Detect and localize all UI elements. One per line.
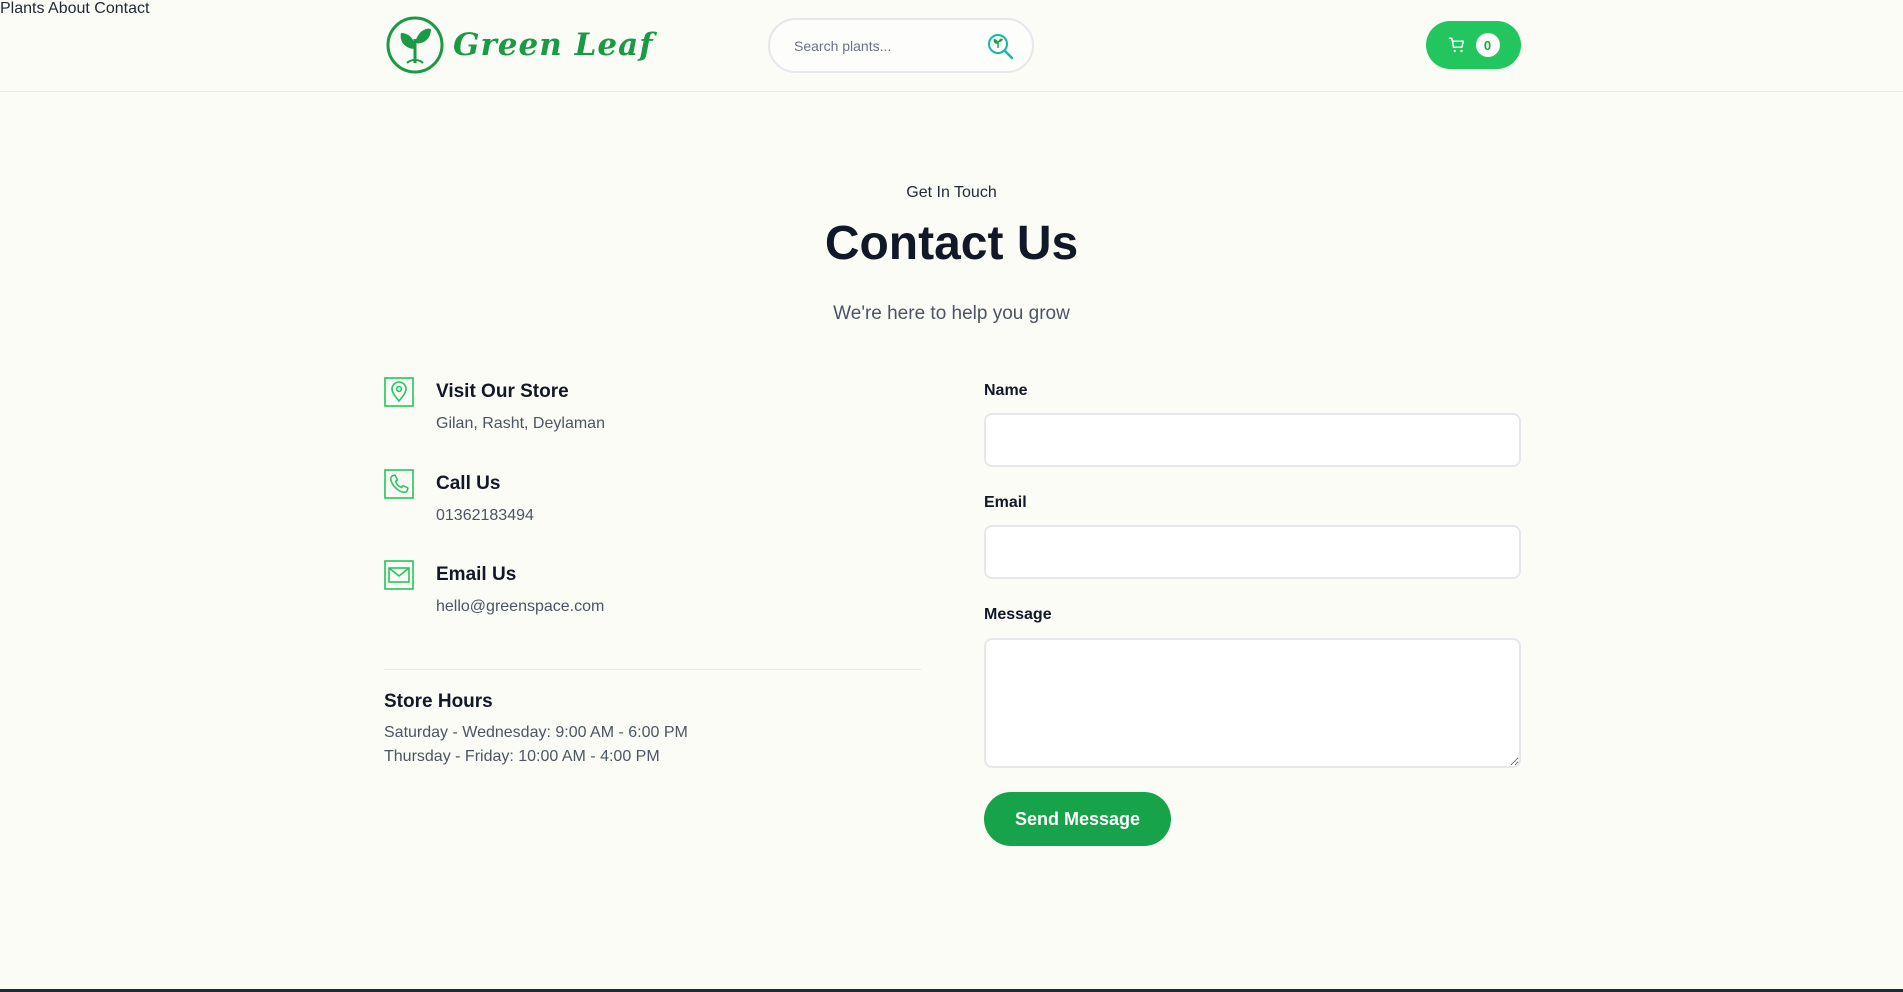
contact-info-title: Visit Our Store	[436, 381, 569, 402]
site-header: Green Leaf Plants About Contact 0	[0, 0, 1903, 92]
nav-link-about[interactable]: About	[48, 0, 90, 17]
brand-logo[interactable]: Green Leaf	[385, 15, 654, 75]
phone-icon	[384, 469, 414, 499]
nav-link-contact[interactable]: Contact	[94, 0, 149, 17]
search-bar	[768, 18, 1034, 73]
section-eyebrow: Get In Touch	[906, 184, 997, 201]
message-textarea[interactable]	[984, 638, 1521, 768]
search-icon[interactable]	[984, 30, 1016, 62]
shopping-cart-icon	[1448, 37, 1464, 53]
store-hours-line: Saturday - Wednesday: 9:00 AM - 6:00 PM	[384, 724, 688, 741]
page-title: Contact Us	[824, 217, 1079, 270]
name-field[interactable]	[984, 413, 1521, 467]
nav-link-plants[interactable]: Plants	[0, 0, 44, 17]
cart-count-badge: 0	[1475, 33, 1500, 57]
message-label: Message	[984, 606, 1052, 623]
contact-info-value[interactable]: hello@greenspace.com	[436, 598, 604, 616]
search-input[interactable]	[794, 37, 974, 54]
section-divider	[384, 669, 921, 670]
contact-info-title: Call Us	[436, 473, 501, 494]
leaf-logo-icon	[386, 16, 444, 74]
cart-button[interactable]: 0	[1426, 21, 1521, 69]
page-subtitle: We're here to help you grow	[833, 303, 1070, 324]
email-label: Email	[984, 494, 1027, 511]
contact-info-value[interactable]: 01362183494	[436, 507, 534, 525]
mail-icon	[384, 560, 414, 590]
email-field[interactable]	[984, 525, 1521, 579]
contact-info-value: Gilan, Rasht, Deylaman	[436, 415, 605, 432]
contact-info-title: Email Us	[436, 564, 517, 585]
main-nav: Plants About Contact	[0, 0, 1903, 18]
name-label: Name	[984, 382, 1028, 399]
send-message-button[interactable]: Send Message	[984, 792, 1171, 846]
brand-name: Green Leaf	[453, 27, 654, 63]
map-pin-icon	[384, 377, 414, 407]
store-hours-title: Store Hours	[384, 691, 493, 712]
store-hours-line: Thursday - Friday: 10:00 AM - 4:00 PM	[384, 748, 660, 765]
